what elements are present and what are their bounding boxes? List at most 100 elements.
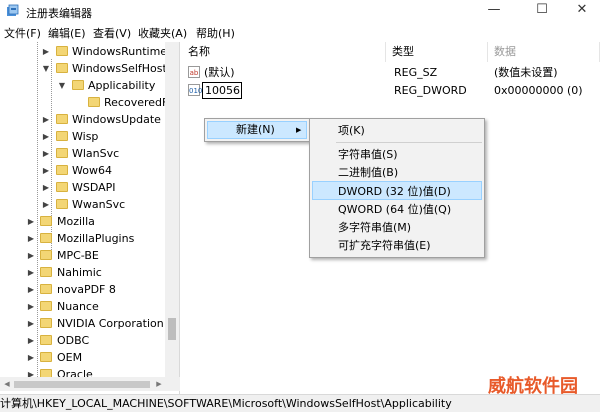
tree-item-windowsupdate[interactable]: ▶ WindowsUpdate	[0, 111, 179, 128]
expand-arrow-icon[interactable]: ▶	[26, 264, 36, 281]
tree-item-wsdapi[interactable]: ▶ WSDAPI	[0, 179, 179, 196]
tree-item-label: Wow64	[72, 164, 112, 177]
tree-item-wwansvc[interactable]: ▶ WwanSvc	[0, 196, 179, 213]
menu-item-new-label: 新建(N)	[236, 123, 275, 136]
folder-icon	[56, 182, 68, 192]
new-submenu: 项(K) 字符串值(S) 二进制值(B) DWORD (32 位)值(D) QW…	[309, 118, 485, 258]
scroll-left-icon[interactable]: ◀	[0, 377, 14, 391]
close-icon[interactable]: ✕	[562, 0, 600, 22]
menu-edit[interactable]: 编辑(E)	[48, 25, 86, 41]
column-header-type[interactable]: 类型	[386, 42, 488, 62]
value-row-default[interactable]: ab (默认) REG_SZ (数值未设置)	[182, 64, 600, 81]
watermark-text: 威航软件园	[488, 376, 578, 397]
column-header-data[interactable]: 数据	[488, 42, 600, 62]
tree-horizontal-scroll-thumb[interactable]	[14, 381, 150, 388]
tree-item-mozillaplugins[interactable]: ▶ MozillaPlugins	[0, 230, 179, 247]
tree-item-nvidia[interactable]: ▶ NVIDIA Corporation	[0, 315, 179, 332]
tree-item-label: NVIDIA Corporation	[57, 317, 164, 330]
expand-arrow-icon[interactable]: ▶	[26, 230, 36, 247]
tree-item-label: MPC-BE	[57, 249, 99, 262]
folder-icon	[56, 131, 68, 141]
expand-arrow-icon[interactable]: ▶	[41, 162, 51, 179]
expand-arrow-icon[interactable]: ▶	[26, 247, 36, 264]
expand-arrow-icon[interactable]: ▶	[41, 111, 51, 128]
tree-item-odbc[interactable]: ▶ ODBC	[0, 332, 179, 349]
folder-icon	[40, 250, 52, 260]
tree-item-label: Mozilla	[57, 215, 95, 228]
menu-bar: 文件(F) 编辑(E) 查看(V) 收藏夹(A) 帮助(H)	[0, 23, 600, 41]
collapse-arrow-icon[interactable]: ▼	[41, 60, 51, 77]
value-data: (数值未设置)	[494, 66, 558, 79]
menu-item-label: 项(K)	[338, 124, 365, 137]
menu-item-dword-value[interactable]: DWORD (32 位)值(D)	[312, 181, 482, 200]
menu-file[interactable]: 文件(F)	[4, 25, 41, 41]
string-value-icon: ab	[188, 66, 200, 78]
rename-value-input[interactable]: 10056	[202, 82, 242, 99]
folder-icon	[56, 114, 68, 124]
expand-arrow-icon[interactable]: ▶	[26, 349, 36, 366]
tree-item-windowsselfhost[interactable]: ▼ WindowsSelfHost	[0, 60, 179, 77]
expand-arrow-icon[interactable]: ▶	[26, 281, 36, 298]
menu-item-binary-value[interactable]: 二进制值(B)	[312, 163, 482, 182]
tree-item-label: novaPDF 8	[57, 283, 116, 296]
column-header-name[interactable]: 名称	[182, 42, 386, 62]
tree-item-label: OEM	[57, 351, 83, 364]
menu-item-expandable-string-value[interactable]: 可扩充字符串值(E)	[312, 236, 482, 255]
menu-view[interactable]: 查看(V)	[93, 25, 131, 41]
menu-item-label: QWORD (64 位)值(Q)	[338, 203, 452, 216]
key-tree[interactable]: ▶ WindowsRuntime ▼ WindowsSelfHost ▼ App…	[0, 42, 180, 394]
tree-item-label: WlanSvc	[72, 147, 120, 160]
menu-item-string-value[interactable]: 字符串值(S)	[312, 145, 482, 164]
menu-item-new[interactable]: 新建(N) ▶	[207, 121, 307, 139]
expand-arrow-icon[interactable]: ▶	[41, 196, 51, 213]
context-menu: 新建(N) ▶	[204, 118, 310, 142]
tree-item-wlansvc[interactable]: ▶ WlanSvc	[0, 145, 179, 162]
folder-icon	[40, 233, 52, 243]
minimize-icon[interactable]: —	[474, 0, 514, 22]
tree-item-recoveredfr[interactable]: RecoveredFr	[0, 94, 179, 111]
expand-arrow-icon[interactable]: ▶	[26, 298, 36, 315]
tree-item-label: MozillaPlugins	[57, 232, 135, 245]
menu-favorites[interactable]: 收藏夹(A)	[138, 25, 187, 41]
expand-arrow-icon[interactable]: ▶	[26, 213, 36, 230]
tree-item-mozilla[interactable]: ▶ Mozilla	[0, 213, 179, 230]
window-title: 注册表编辑器	[26, 7, 92, 20]
tree-item-novapdf[interactable]: ▶ novaPDF 8	[0, 281, 179, 298]
value-row-new[interactable]: 010 10056 REG_DWORD 0x00000000 (0)	[182, 82, 600, 99]
tree-item-wow64[interactable]: ▶ Wow64	[0, 162, 179, 179]
collapse-arrow-icon[interactable]: ▼	[57, 77, 67, 94]
tree-item-windowsruntime[interactable]: ▶ WindowsRuntime	[0, 43, 179, 60]
expand-arrow-icon[interactable]: ▶	[41, 43, 51, 60]
expand-arrow-icon[interactable]: ▶	[26, 332, 36, 349]
folder-icon	[40, 352, 52, 362]
folder-icon	[56, 148, 68, 158]
scroll-right-icon[interactable]: ▶	[152, 377, 166, 391]
folder-icon	[40, 267, 52, 277]
tree-item-applicability[interactable]: ▼ Applicability	[0, 77, 179, 94]
menu-item-key[interactable]: 项(K)	[312, 121, 482, 140]
menu-item-label: 字符串值(S)	[338, 148, 398, 161]
tree-item-nuance[interactable]: ▶ Nuance	[0, 298, 179, 315]
tree-item-oem[interactable]: ▶ OEM	[0, 349, 179, 366]
tree-item-label: Nuance	[57, 300, 99, 313]
menu-item-label: 多字符串值(M)	[338, 221, 412, 234]
tree-vertical-scroll-thumb[interactable]	[168, 318, 176, 340]
regedit-app-icon	[7, 4, 19, 16]
tree-item-label: WwanSvc	[72, 198, 126, 211]
menu-item-multi-string-value[interactable]: 多字符串值(M)	[312, 218, 482, 237]
folder-icon	[40, 301, 52, 311]
folder-icon	[40, 318, 52, 328]
maximize-icon[interactable]: ☐	[522, 0, 562, 22]
expand-arrow-icon[interactable]: ▶	[41, 179, 51, 196]
menu-item-qword-value[interactable]: QWORD (64 位)值(Q)	[312, 200, 482, 219]
title-bar: 注册表编辑器 — ☐ ✕	[0, 0, 600, 22]
folder-open-icon	[56, 63, 68, 73]
expand-arrow-icon[interactable]: ▶	[41, 128, 51, 145]
folder-icon	[88, 97, 100, 107]
tree-item-mpc-be[interactable]: ▶ MPC-BE	[0, 247, 179, 264]
expand-arrow-icon[interactable]: ▶	[26, 315, 36, 332]
tree-item-nahimic[interactable]: ▶ Nahimic	[0, 264, 179, 281]
expand-arrow-icon[interactable]: ▶	[41, 145, 51, 162]
tree-item-wisp[interactable]: ▶ Wisp	[0, 128, 179, 145]
menu-help[interactable]: 帮助(H)	[196, 25, 235, 41]
